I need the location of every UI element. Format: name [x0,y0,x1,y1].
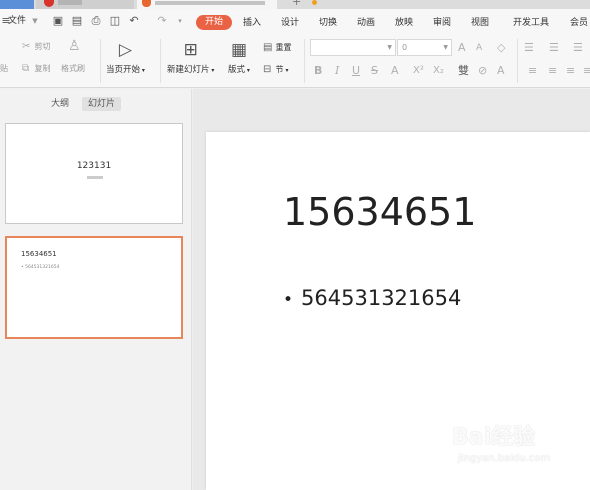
tab-design[interactable]: 设计 [281,17,299,29]
play-from-current-button[interactable]: ▷ 当页开始 ▾ [106,40,145,75]
tab-outline[interactable]: 大纲 [51,97,69,111]
underline-icon[interactable]: U [352,65,360,77]
document-tab[interactable] [36,0,134,9]
section-button[interactable]: ⊟ 节 ▾ [263,65,288,76]
file-menu[interactable]: 文件 [8,15,26,27]
format-painter-icon: ♙ [68,38,81,54]
slide-thumbnail-1[interactable]: 123131 [5,123,183,224]
tab-home[interactable]: 开始 [196,15,232,30]
tools-row: ✂ 剪切 贴 ⧉ 复制 格式刷 ♙ ▷ 当页开始 ▾ ⊞ 新建幻灯片 ▾ ▦ 版… [0,35,590,88]
title-bar: + [0,0,590,9]
wps-logo-icon [44,0,54,7]
align-right-icon[interactable]: ≡ [566,65,575,77]
watermark-brand: Bai经验 [452,425,536,450]
italic-icon[interactable]: I [335,65,339,77]
copy-button[interactable]: ⧉ 复制 [22,64,51,74]
chevron-down-icon: ▼ [387,44,392,51]
tab-slides[interactable]: 幻灯片 [82,97,122,111]
reset-icon: ▤ [263,42,273,53]
slides-panel: 大纲 幻灯片 123131 15634651 • 564531321654 [0,89,192,490]
font-name-select[interactable]: ▼ [310,39,396,56]
paste-button[interactable]: 贴 [0,64,8,74]
section-icon: ⊟ [263,64,272,75]
file-dropdown-icon[interactable]: ▼ [29,15,41,27]
highlight-icon[interactable]: ⊘ [478,65,487,77]
play-icon: ▷ [118,40,132,60]
subscript-icon[interactable]: X₂ [433,65,444,77]
text-effect-icon[interactable]: A [497,65,505,77]
home-tab[interactable] [0,0,34,9]
separator [304,39,305,83]
presentation-tab[interactable] [137,0,277,9]
thumbnail-title: 123131 [76,161,112,171]
new-slide-button[interactable]: ⊞ 新建幻灯片 ▾ [167,40,214,75]
indent-icon[interactable]: ☰ [573,42,583,54]
char-spacing-icon[interactable]: 雙 [458,65,469,77]
separator [517,39,518,83]
align-center-icon[interactable]: ≡ [548,65,557,77]
ppt-logo-icon [142,0,151,7]
save-icon[interactable]: ▣ [52,15,64,27]
thumbnail-title: 15634651 [21,250,57,258]
menu-row: ≡ 文件 ▼ ▣ ▤ ⎙ ◫ ↶ ↷ ▾ 开始 插入 设计 切换 动画 放映 审… [0,9,590,35]
align-left-icon[interactable]: ≡ [528,65,537,77]
presentation-tab-label [155,1,265,5]
baidu-watermark: Bai经验 jingyan.baidu.com [452,424,582,484]
tab-review[interactable]: 审阅 [433,17,451,29]
slide-bullet-text: 564531321654 [301,286,462,310]
tab-insert[interactable]: 插入 [243,17,261,29]
tab-animation[interactable]: 动画 [357,17,375,29]
tab-developer[interactable]: 开发工具 [513,17,549,29]
separator [100,39,101,83]
export-pdf-icon[interactable]: ▤ [71,15,83,27]
slide-thumbnail-2[interactable]: 15634651 • 564531321654 [5,236,183,339]
watermark-url: jingyan.baidu.com [458,453,551,464]
tab-transitions[interactable]: 切换 [319,17,337,29]
document-tab-label [58,0,82,5]
numbering-icon[interactable]: ☰ [549,42,559,54]
thumbnail-subtitle-placeholder [87,176,103,179]
bold-icon[interactable]: B [314,65,322,77]
quick-access-more-icon[interactable]: ▾ [174,15,186,27]
font-color-icon[interactable]: A [391,65,399,77]
separator [160,39,161,83]
bullets-icon[interactable]: ☰ [524,42,534,54]
font-size-select[interactable]: 0 ▼ [397,39,452,56]
grow-font-icon[interactable]: A [458,42,466,54]
strikethrough-icon[interactable]: S [371,65,378,77]
layout-button[interactable]: ▦ 版式 ▾ [228,40,250,75]
new-tab-icon[interactable]: + [292,0,306,7]
scissors-icon: ✂ [22,41,31,52]
redo-icon[interactable]: ↷ [156,15,168,27]
superscript-icon[interactable]: X² [413,65,424,77]
format-painter-button[interactable]: 格式刷 [61,64,85,74]
thumbnail-bullet: • 564531321654 [21,265,60,270]
print-preview-icon[interactable]: ◫ [109,15,121,27]
cut-button[interactable]: ✂ 剪切 [22,42,51,52]
chevron-down-icon: ▼ [443,44,448,51]
ribbon: ≡ 文件 ▼ ▣ ▤ ⎙ ◫ ↶ ↷ ▾ 开始 插入 设计 切换 动画 放映 审… [0,9,590,88]
undo-icon[interactable]: ↶ [128,15,140,27]
clear-format-icon[interactable]: ◇ [497,42,505,54]
tab-view[interactable]: 视图 [471,17,489,29]
new-slide-icon: ⊞ [183,40,198,60]
tab-slideshow[interactable]: 放映 [395,17,413,29]
slide-bullet-item[interactable]: • 564531321654 [283,285,461,313]
print-icon[interactable]: ⎙ [90,15,102,27]
bullet-dot-icon: • [283,290,294,310]
slide-title[interactable]: 15634651 [283,190,476,234]
layout-icon: ▦ [230,40,247,60]
tab-member[interactable]: 会员 [570,17,588,29]
notification-dot-icon [312,0,317,5]
copy-icon: ⧉ [22,63,30,74]
align-justify-icon[interactable]: ≡ [583,65,590,77]
reset-button[interactable]: ▤ 重置 [263,43,292,53]
shrink-font-icon[interactable]: A [476,42,482,54]
